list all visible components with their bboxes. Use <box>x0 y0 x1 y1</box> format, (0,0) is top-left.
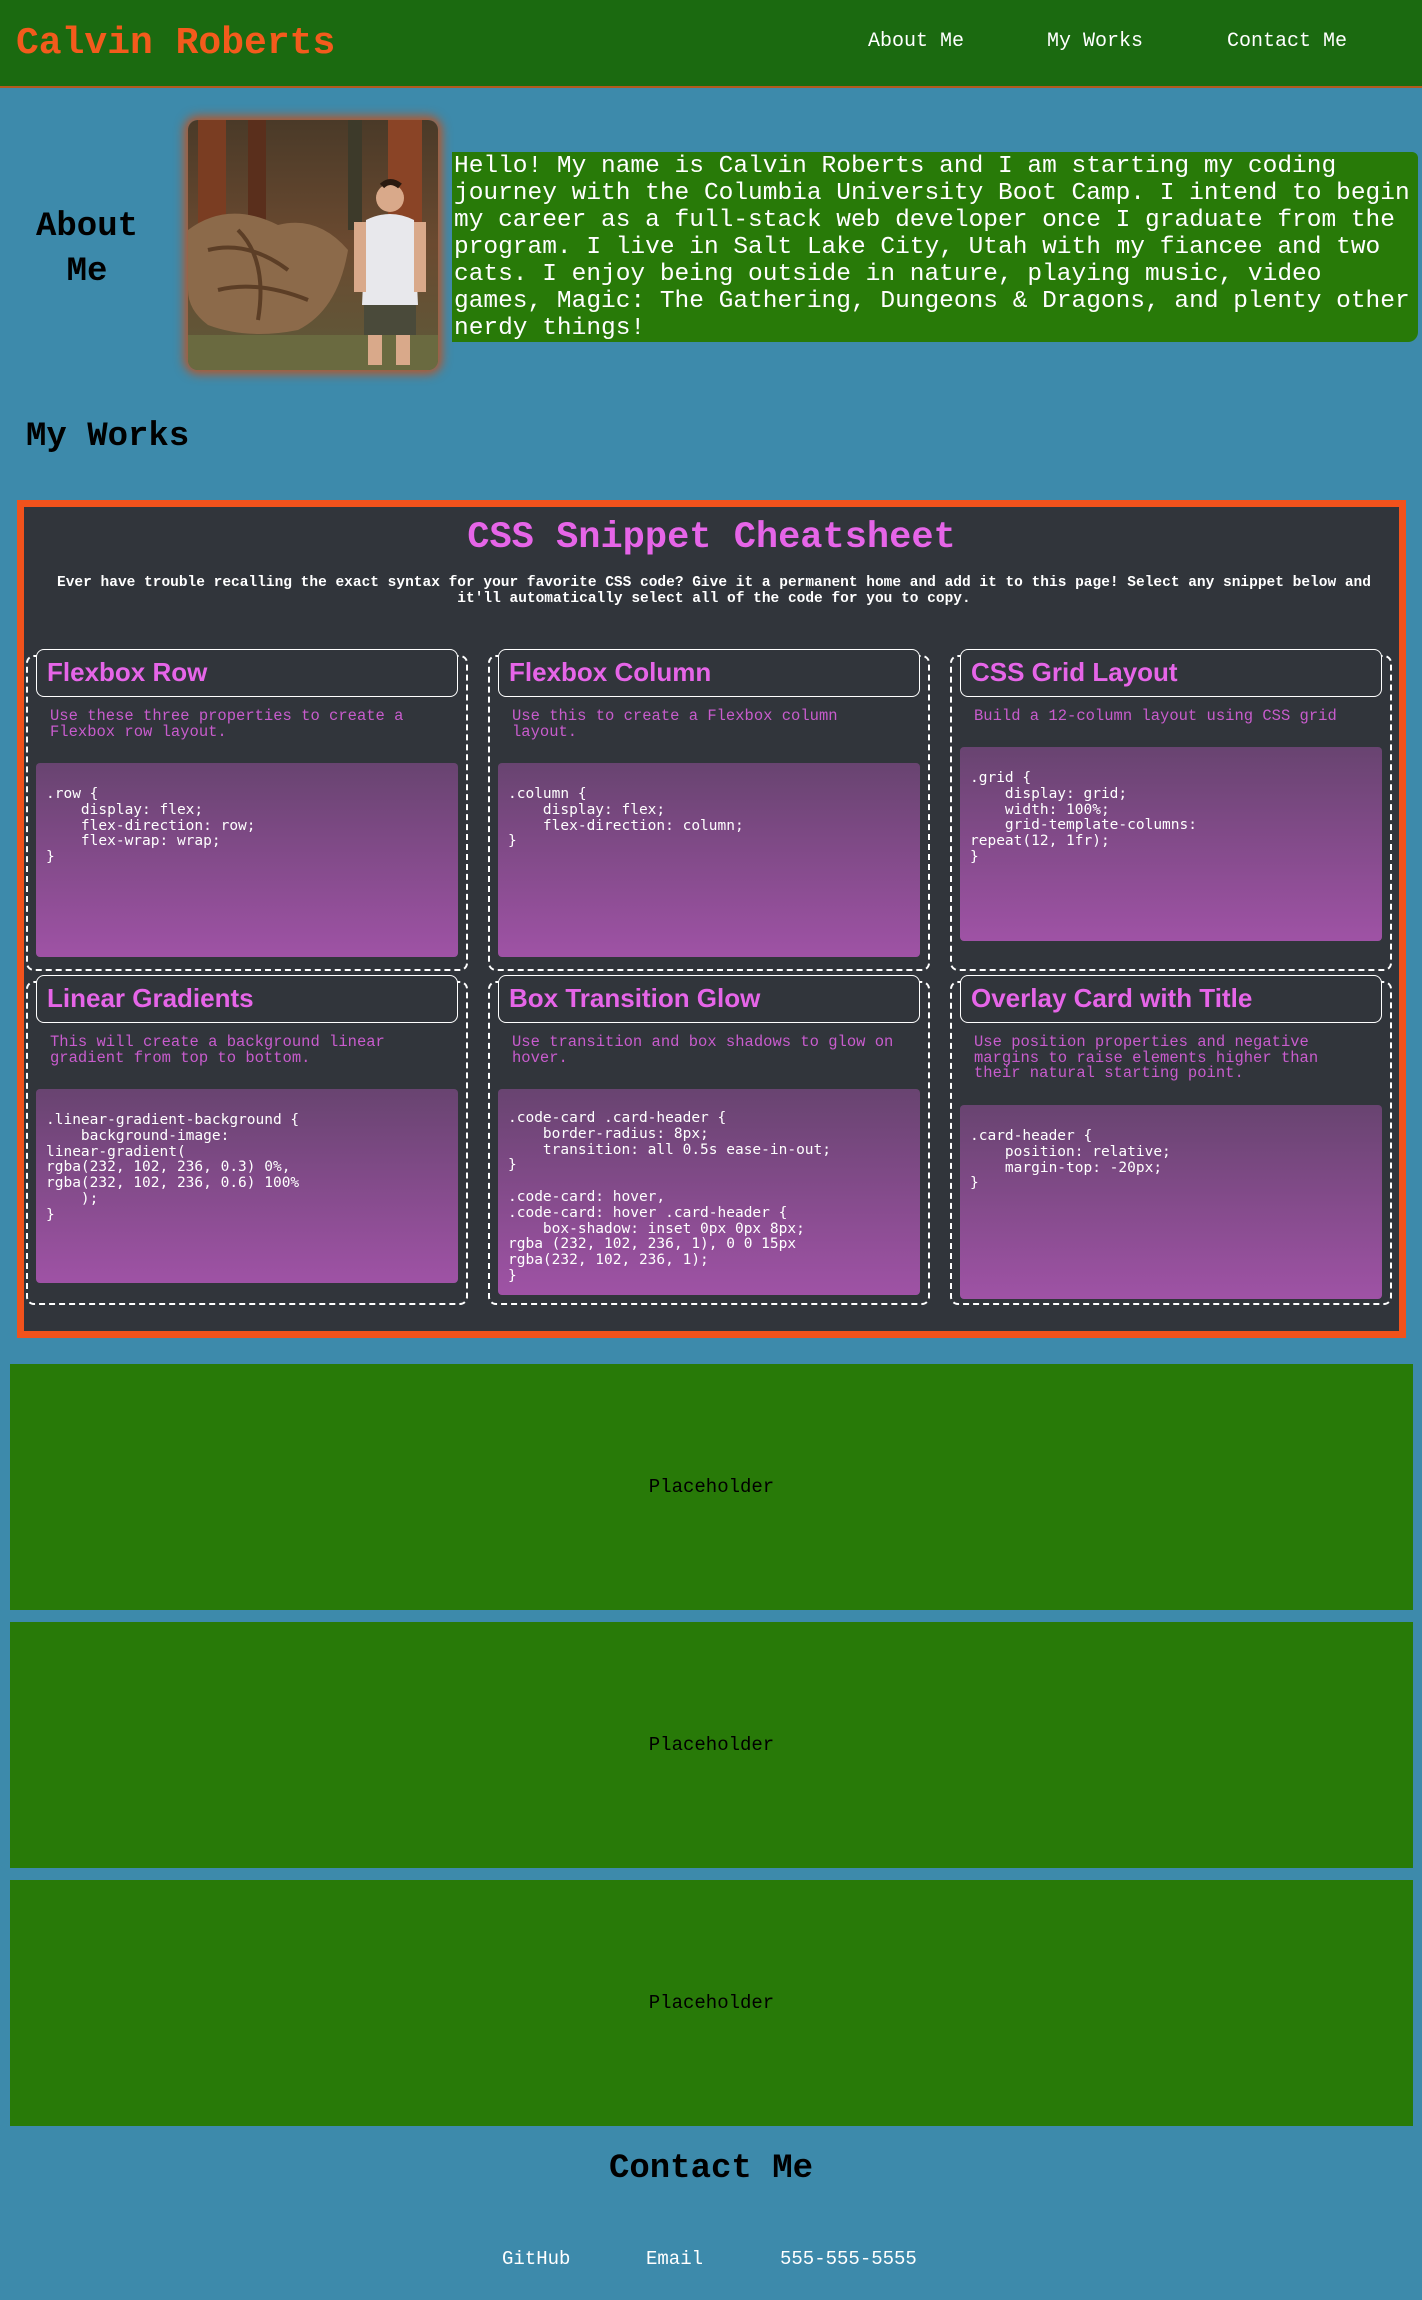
snippet-code[interactable]: .code-card .card-header { border-radius:… <box>498 1089 920 1295</box>
placeholder-project-3[interactable]: Placeholder <box>10 1880 1413 2126</box>
snippet-title: Flexbox Row <box>36 649 458 697</box>
placeholder-project-2[interactable]: Placeholder <box>10 1622 1413 1868</box>
contact-heading: Contact Me <box>608 2150 814 2188</box>
snippet-code[interactable]: .linear-gradient-background { background… <box>36 1089 458 1283</box>
works-heading: My Works <box>26 418 190 456</box>
snippet-description: Use transition and box shadows to glow o… <box>512 1033 894 1067</box>
cheatsheet-description: Ever have trouble recalling the exact sy… <box>57 575 1371 607</box>
snippet-code[interactable]: .grid { display: grid; width: 100%; grid… <box>960 747 1382 941</box>
snippet-code[interactable]: .column { display: flex; flex-direction:… <box>498 763 920 957</box>
contact-link-github[interactable]: GitHub <box>502 2248 570 2270</box>
profile-photo <box>188 120 438 370</box>
about-heading-line2: Me <box>66 253 108 291</box>
contact-link-phone[interactable]: 555-555-5555 <box>780 2248 917 2270</box>
snippet-title: Overlay Card with Title <box>960 975 1382 1023</box>
snippet-code[interactable]: .card-header { position: relative; margi… <box>960 1105 1382 1299</box>
nav-link-my-works[interactable]: My Works <box>1047 30 1143 53</box>
snippet-card-flexbox-column[interactable]: Flexbox Column Use this to create a Flex… <box>488 649 930 971</box>
brand-name: Calvin Roberts <box>16 22 336 65</box>
about-heading: About Me <box>20 205 154 295</box>
profile-photo-image <box>188 120 438 370</box>
snippet-description: Use these three properties to create a F… <box>50 707 404 741</box>
snippet-title: CSS Grid Layout <box>960 649 1382 697</box>
nav-link-contact-me[interactable]: Contact Me <box>1227 30 1347 53</box>
snippet-card-css-grid[interactable]: CSS Grid Layout Build a 12-column layout… <box>950 649 1392 971</box>
placeholder-project-1[interactable]: Placeholder <box>10 1364 1413 1610</box>
snippet-description: Build a 12-column layout using CSS grid <box>974 707 1337 725</box>
cheatsheet-title: CSS Snippet Cheatsheet <box>467 517 956 559</box>
snippet-title: Flexbox Column <box>498 649 920 697</box>
snippet-card-flexbox-row[interactable]: Flexbox Row Use these three properties t… <box>26 649 468 971</box>
snippet-description: Use position properties and negative mar… <box>974 1033 1319 1082</box>
snippet-description: This will create a background linear gra… <box>50 1033 385 1067</box>
about-heading-line1: About <box>35 208 139 246</box>
snippet-title: Linear Gradients <box>36 975 458 1023</box>
contact-link-email[interactable]: Email <box>646 2248 703 2270</box>
nav-link-about-me[interactable]: About Me <box>868 30 964 53</box>
site-header: Calvin Roberts About Me My Works Contact… <box>0 0 1422 88</box>
snippet-card-linear-gradients[interactable]: Linear Gradients This will create a back… <box>26 975 468 1305</box>
snippet-code[interactable]: .row { display: flex; flex-direction: ro… <box>36 763 458 957</box>
about-text: Hello! My name is Calvin Roberts and I a… <box>452 152 1418 342</box>
snippet-card-overlay-card[interactable]: Overlay Card with Title Use position pro… <box>950 975 1392 1305</box>
snippet-card-box-transition-glow[interactable]: Box Transition Glow Use transition and b… <box>488 975 930 1305</box>
snippet-description: Use this to create a Flexbox column layo… <box>512 707 838 741</box>
snippet-title: Box Transition Glow <box>498 975 920 1023</box>
cheatsheet-card: CSS Snippet Cheatsheet Ever have trouble… <box>17 500 1406 1338</box>
